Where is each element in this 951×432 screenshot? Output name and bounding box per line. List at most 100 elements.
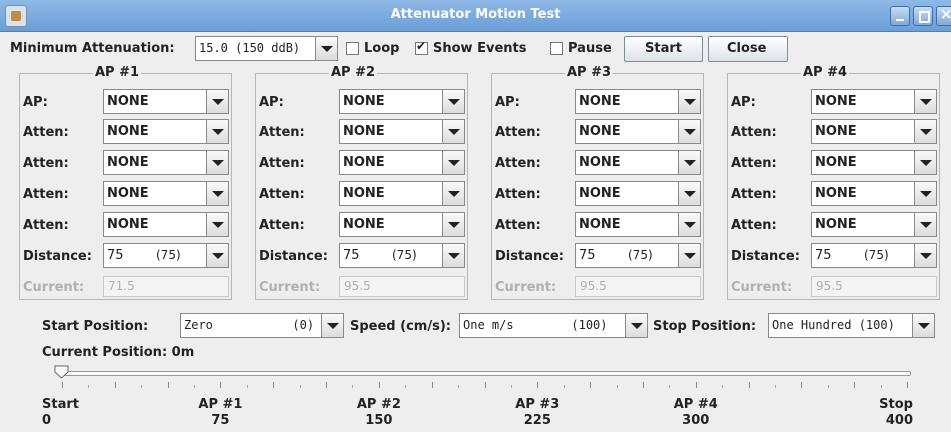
atten-select[interactable]: NONE [339,181,465,206]
start-position-value: Zero (0) [184,318,315,332]
chevron-down-icon[interactable] [442,182,464,205]
min-attenuation-combo[interactable]: 15.0 (150 ddB) [195,36,338,61]
chevron-down-icon[interactable] [914,151,936,174]
chevron-down-icon[interactable] [912,314,934,337]
chevron-down-icon[interactable] [206,244,228,267]
chevron-down-icon[interactable] [914,213,936,236]
atten-select-value: NONE [107,217,149,232]
chevron-down-icon[interactable] [678,120,700,143]
atten-select-value: NONE [579,124,621,139]
speed-combo[interactable]: One m/s (100) [459,313,648,338]
distance-select[interactable]: 75 (75) [103,243,229,268]
slider-tick [432,382,433,388]
chevron-down-icon[interactable] [678,151,700,174]
close-button[interactable]: Close [708,36,788,62]
slider-tick [115,382,116,388]
atten-select[interactable]: NONE [339,150,465,175]
chevron-down-icon[interactable] [206,90,228,113]
chevron-down-icon[interactable] [206,213,228,236]
atten-select[interactable]: NONE [575,181,701,206]
chevron-down-icon[interactable] [914,182,936,205]
start-position-combo[interactable]: Zero (0) [180,313,344,338]
chevron-down-icon[interactable] [625,314,647,337]
chevron-down-icon[interactable] [678,244,700,267]
position-slider-track[interactable] [59,371,911,376]
show-events-label: Show Events [433,41,527,56]
chevron-down-icon[interactable] [442,120,464,143]
pause-label: Pause [568,41,612,56]
chevron-down-icon[interactable] [678,182,700,205]
atten-select[interactable]: NONE [103,150,229,175]
close-window-button[interactable] [936,5,951,26]
chevron-down-icon[interactable] [206,182,228,205]
slider-label-value: 225 [523,413,551,428]
chevron-down-icon[interactable] [914,90,936,113]
chevron-down-icon[interactable] [678,90,700,113]
slider-tick [537,382,538,388]
slider-tick [511,385,512,388]
ap-label: AP: [731,95,756,110]
slider-tick [168,382,169,388]
maximize-button[interactable] [913,6,933,26]
chevron-down-icon[interactable] [914,244,936,267]
distance-select-value: 75 [579,248,596,263]
slider-label-name: Start [42,397,79,412]
slider-tick [141,385,142,388]
atten-select[interactable]: NONE [103,119,229,144]
atten-select[interactable]: NONE [575,119,701,144]
chevron-down-icon[interactable] [442,213,464,236]
show-events-checkbox[interactable] [415,39,428,55]
stop-position-combo[interactable]: One Hundred (100) [768,313,935,338]
atten-select[interactable]: NONE [811,212,937,237]
slider-tick [300,385,301,388]
distance-select[interactable]: 75 (75) [575,243,701,268]
atten-select[interactable]: NONE [811,181,937,206]
slider-label-name: AP #2 [356,397,401,412]
atten-select[interactable]: NONE [103,181,229,206]
slider-tick [326,382,327,388]
slider-label-value: 400 [885,413,913,428]
atten-label: Atten: [23,125,69,140]
distance-select[interactable]: 75 (75) [339,243,465,268]
distance-select[interactable]: 75 (75) [811,243,937,268]
atten-select[interactable]: NONE [339,212,465,237]
ap-select[interactable]: NONE [575,89,701,114]
chevron-down-icon[interactable] [678,213,700,236]
slider-tick [220,382,221,388]
ap-select[interactable]: NONE [103,89,229,114]
minimize-button[interactable] [890,6,910,26]
atten-select[interactable]: NONE [575,212,701,237]
atten-select[interactable]: NONE [103,212,229,237]
slider-tick [88,385,89,388]
chevron-down-icon[interactable] [206,151,228,174]
atten-select[interactable]: NONE [811,119,937,144]
atten-select[interactable]: NONE [339,119,465,144]
ap-select[interactable]: NONE [811,89,937,114]
loop-checkbox[interactable] [346,42,359,55]
distance-select-value: 75 [343,248,360,263]
atten-select[interactable]: NONE [575,150,701,175]
chevron-down-icon[interactable] [206,120,228,143]
ap-select-value: NONE [107,94,149,109]
ap-select[interactable]: NONE [339,89,465,114]
pause-checkbox[interactable] [550,42,563,55]
chevron-down-icon[interactable] [321,314,343,337]
current-field: 95.5 [339,276,465,297]
ap-group-title: AP #2 [329,65,378,80]
atten-select-value: NONE [343,155,385,170]
position-slider-thumb[interactable] [54,365,69,379]
chevron-down-icon[interactable] [442,90,464,113]
slider-tick [564,385,565,388]
stop-position-value: One Hundred (100) [772,318,895,332]
chevron-down-icon[interactable] [442,151,464,174]
atten-label: Atten: [731,187,777,202]
chevron-down-icon[interactable] [914,120,936,143]
chevron-down-icon[interactable] [442,244,464,267]
chevron-down-icon[interactable] [315,37,337,60]
atten-label: Atten: [23,218,69,233]
atten-select-value: NONE [579,186,621,201]
start-button[interactable]: Start [624,36,703,62]
ap-select-value: NONE [343,94,385,109]
current-label: Current: [495,280,557,295]
atten-select[interactable]: NONE [811,150,937,175]
